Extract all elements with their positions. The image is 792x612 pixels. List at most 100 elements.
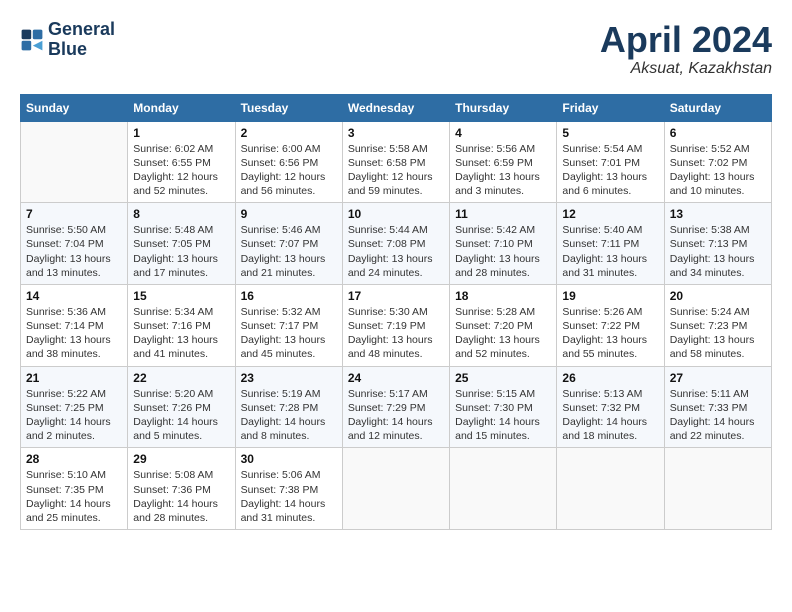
calendar-cell: 21 Sunrise: 5:22 AMSunset: 7:25 PMDayligh… [21, 366, 128, 448]
day-number: 14 [26, 289, 122, 303]
day-info: Sunrise: 5:22 AMSunset: 7:25 PMDaylight:… [26, 387, 122, 444]
day-info: Sunrise: 5:19 AMSunset: 7:28 PMDaylight:… [241, 387, 337, 444]
calendar-cell: 7 Sunrise: 5:50 AMSunset: 7:04 PMDaylight… [21, 203, 128, 285]
day-number: 27 [670, 371, 766, 385]
day-number: 26 [562, 371, 658, 385]
calendar-cell [21, 121, 128, 203]
day-info: Sunrise: 5:38 AMSunset: 7:13 PMDaylight:… [670, 223, 766, 280]
day-number: 18 [455, 289, 551, 303]
calendar-cell: 15 Sunrise: 5:34 AMSunset: 7:16 PMDayligh… [128, 284, 235, 366]
logo-icon [20, 28, 44, 52]
calendar-cell: 2 Sunrise: 6:00 AMSunset: 6:56 PMDaylight… [235, 121, 342, 203]
day-info: Sunrise: 5:10 AMSunset: 7:35 PMDaylight:… [26, 468, 122, 525]
calendar-cell: 25 Sunrise: 5:15 AMSunset: 7:30 PMDayligh… [450, 366, 557, 448]
day-number: 25 [455, 371, 551, 385]
day-info: Sunrise: 5:11 AMSunset: 7:33 PMDaylight:… [670, 387, 766, 444]
weekday-header-monday: Monday [128, 94, 235, 121]
calendar-cell: 23Sunrise: 5:19 AMSunset: 7:28 PMDayligh… [235, 366, 342, 448]
day-number: 3 [348, 126, 444, 140]
day-info: Sunrise: 5:15 AMSunset: 7:30 PMDaylight:… [455, 387, 551, 444]
calendar-table: SundayMondayTuesdayWednesdayThursdayFrid… [20, 94, 772, 530]
weekday-header-saturday: Saturday [664, 94, 771, 121]
day-info: Sunrise: 6:02 AMSunset: 6:55 PMDaylight:… [133, 142, 229, 199]
calendar-week-4: 21 Sunrise: 5:22 AMSunset: 7:25 PMDayligh… [21, 366, 772, 448]
calendar-cell: 6 Sunrise: 5:52 AMSunset: 7:02 PMDaylight… [664, 121, 771, 203]
calendar-cell [450, 448, 557, 530]
calendar-cell: 1Sunrise: 6:02 AMSunset: 6:55 PMDaylight… [128, 121, 235, 203]
day-info: Sunrise: 5:34 AMSunset: 7:16 PMDaylight:… [133, 305, 229, 362]
calendar-week-1: 1Sunrise: 6:02 AMSunset: 6:55 PMDaylight… [21, 121, 772, 203]
logo-line1: General [48, 20, 115, 40]
calendar-cell: 16 Sunrise: 5:32 AMSunset: 7:17 PMDayligh… [235, 284, 342, 366]
logo: General Blue [20, 20, 115, 60]
day-number: 30 [241, 452, 337, 466]
calendar-cell: 22 Sunrise: 5:20 AMSunset: 7:26 PMDayligh… [128, 366, 235, 448]
calendar-week-2: 7 Sunrise: 5:50 AMSunset: 7:04 PMDaylight… [21, 203, 772, 285]
calendar-cell: 8 Sunrise: 5:48 AMSunset: 7:05 PMDaylight… [128, 203, 235, 285]
calendar-cell [664, 448, 771, 530]
calendar-cell: 4Sunrise: 5:56 AMSunset: 6:59 PMDaylight… [450, 121, 557, 203]
day-info: Sunrise: 5:44 AMSunset: 7:08 PMDaylight:… [348, 223, 444, 280]
weekday-header-friday: Friday [557, 94, 664, 121]
calendar-location: Aksuat, Kazakhstan [600, 60, 772, 78]
day-number: 2 [241, 126, 337, 140]
calendar-cell: 14 Sunrise: 5:36 AMSunset: 7:14 PMDayligh… [21, 284, 128, 366]
day-number: 12 [562, 207, 658, 221]
day-info: Sunrise: 5:26 AMSunset: 7:22 PMDaylight:… [562, 305, 658, 362]
calendar-week-3: 14 Sunrise: 5:36 AMSunset: 7:14 PMDayligh… [21, 284, 772, 366]
day-number: 29 [133, 452, 229, 466]
calendar-cell: 19 Sunrise: 5:26 AMSunset: 7:22 PMDayligh… [557, 284, 664, 366]
day-number: 13 [670, 207, 766, 221]
calendar-cell: 3 Sunrise: 5:58 AMSunset: 6:58 PMDaylight… [342, 121, 449, 203]
day-info: Sunrise: 5:30 AMSunset: 7:19 PMDaylight:… [348, 305, 444, 362]
title-block: April 2024 Aksuat, Kazakhstan [600, 20, 772, 78]
calendar-cell: 9Sunrise: 5:46 AMSunset: 7:07 PMDaylight… [235, 203, 342, 285]
day-info: Sunrise: 5:52 AMSunset: 7:02 PMDaylight:… [670, 142, 766, 199]
day-number: 5 [562, 126, 658, 140]
day-number: 24 [348, 371, 444, 385]
calendar-cell: 30Sunrise: 5:06 AMSunset: 7:38 PMDayligh… [235, 448, 342, 530]
calendar-cell: 18 Sunrise: 5:28 AMSunset: 7:20 PMDayligh… [450, 284, 557, 366]
calendar-cell: 27 Sunrise: 5:11 AMSunset: 7:33 PMDayligh… [664, 366, 771, 448]
day-info: Sunrise: 5:13 AMSunset: 7:32 PMDaylight:… [562, 387, 658, 444]
calendar-cell: 28 Sunrise: 5:10 AMSunset: 7:35 PMDayligh… [21, 448, 128, 530]
day-info: Sunrise: 5:17 AMSunset: 7:29 PMDaylight:… [348, 387, 444, 444]
day-info: Sunrise: 5:48 AMSunset: 7:05 PMDaylight:… [133, 223, 229, 280]
day-number: 9 [241, 207, 337, 221]
day-number: 16 [241, 289, 337, 303]
day-info: Sunrise: 5:32 AMSunset: 7:17 PMDaylight:… [241, 305, 337, 362]
day-number: 28 [26, 452, 122, 466]
day-number: 10 [348, 207, 444, 221]
calendar-cell: 11 Sunrise: 5:42 AMSunset: 7:10 PMDayligh… [450, 203, 557, 285]
calendar-cell [557, 448, 664, 530]
calendar-cell: 29Sunrise: 5:08 AMSunset: 7:36 PMDayligh… [128, 448, 235, 530]
day-number: 8 [133, 207, 229, 221]
day-number: 15 [133, 289, 229, 303]
day-number: 22 [133, 371, 229, 385]
day-info: Sunrise: 5:24 AMSunset: 7:23 PMDaylight:… [670, 305, 766, 362]
day-number: 20 [670, 289, 766, 303]
calendar-cell: 24 Sunrise: 5:17 AMSunset: 7:29 PMDayligh… [342, 366, 449, 448]
calendar-cell: 10 Sunrise: 5:44 AMSunset: 7:08 PMDayligh… [342, 203, 449, 285]
day-number: 7 [26, 207, 122, 221]
weekday-header-sunday: Sunday [21, 94, 128, 121]
day-number: 21 [26, 371, 122, 385]
page-header: General Blue April 2024 Aksuat, Kazakhst… [20, 20, 772, 78]
day-number: 6 [670, 126, 766, 140]
day-info: Sunrise: 5:42 AMSunset: 7:10 PMDaylight:… [455, 223, 551, 280]
day-info: Sunrise: 5:20 AMSunset: 7:26 PMDaylight:… [133, 387, 229, 444]
weekday-header-thursday: Thursday [450, 94, 557, 121]
calendar-cell [342, 448, 449, 530]
day-info: Sunrise: 5:28 AMSunset: 7:20 PMDaylight:… [455, 305, 551, 362]
day-number: 4 [455, 126, 551, 140]
day-info: Sunrise: 5:36 AMSunset: 7:14 PMDaylight:… [26, 305, 122, 362]
calendar-cell: 17Sunrise: 5:30 AMSunset: 7:19 PMDayligh… [342, 284, 449, 366]
day-info: Sunrise: 6:00 AMSunset: 6:56 PMDaylight:… [241, 142, 337, 199]
day-number: 19 [562, 289, 658, 303]
calendar-cell: 20 Sunrise: 5:24 AMSunset: 7:23 PMDayligh… [664, 284, 771, 366]
weekday-header-tuesday: Tuesday [235, 94, 342, 121]
day-number: 11 [455, 207, 551, 221]
day-info: Sunrise: 5:50 AMSunset: 7:04 PMDaylight:… [26, 223, 122, 280]
day-info: Sunrise: 5:58 AMSunset: 6:58 PMDaylight:… [348, 142, 444, 199]
calendar-week-5: 28 Sunrise: 5:10 AMSunset: 7:35 PMDayligh… [21, 448, 772, 530]
